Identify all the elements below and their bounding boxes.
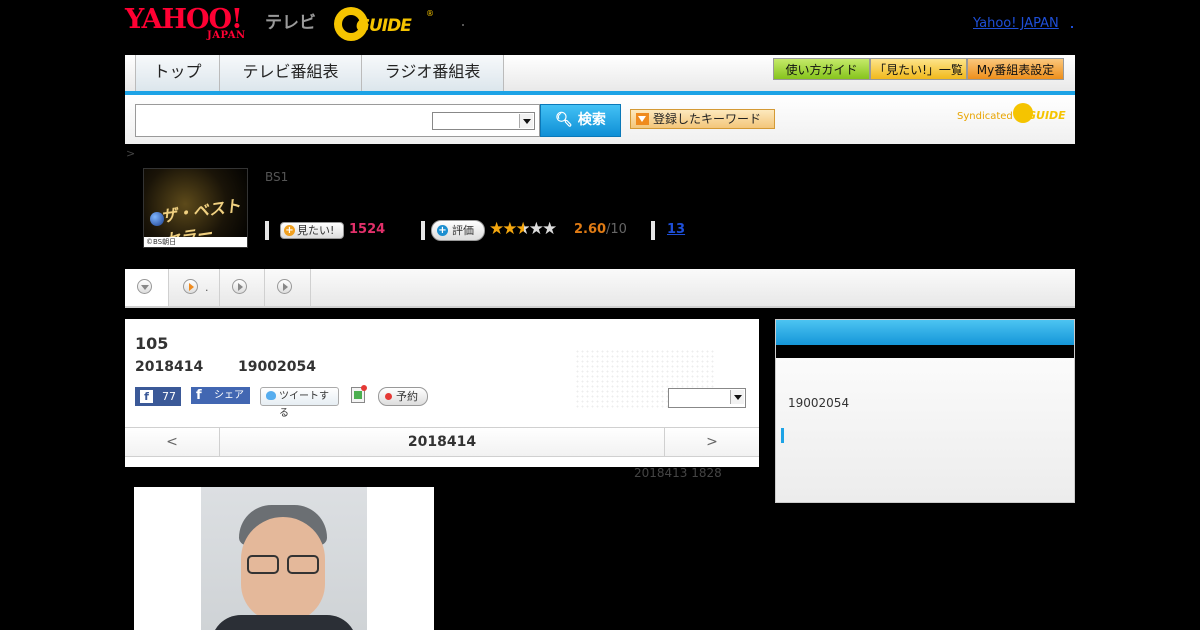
- want-to-watch-button[interactable]: + 見たい!: [280, 222, 344, 239]
- episode-panel: 105 2018414 19002054 f 77 f シェア ツイートする 予…: [125, 319, 759, 467]
- rating-max: /10: [606, 222, 627, 237]
- program-photo: [201, 487, 367, 630]
- search-button[interactable]: 🔍︎ 検索: [540, 104, 621, 137]
- rate-label: 評価: [452, 224, 474, 237]
- rating-value: 2.60: [574, 222, 607, 237]
- chevron-down-icon: [519, 114, 533, 128]
- plus-icon: +: [437, 225, 448, 236]
- pager-date: 2018414: [407, 434, 477, 450]
- gguide-logo-text: GUIDE: [356, 16, 412, 36]
- side-panel-band: [776, 345, 1074, 358]
- search-category-select[interactable]: [432, 112, 535, 130]
- yahoo-japan-logo[interactable]: YAHOO! JAPAN: [125, 4, 261, 42]
- program-photo-frame: [134, 487, 434, 630]
- play-icon: [232, 279, 247, 294]
- syndicated-logo-text: GUIDE: [1027, 109, 1066, 122]
- search-bar: 🔍︎ 検索 登録したキーワード Syndicated GUIDE: [125, 95, 1075, 144]
- facebook-icon: f: [140, 390, 153, 403]
- episode-title: 105: [135, 334, 169, 353]
- episode-date: 2018414: [135, 359, 204, 375]
- my-listings-settings-button[interactable]: My番組表設定: [967, 58, 1064, 80]
- photo-suit: [211, 615, 357, 630]
- record-dot-icon: [385, 393, 392, 400]
- want-to-watch-list-button[interactable]: 「見たい!」一覧: [870, 58, 967, 80]
- comments-count-link[interactable]: 13: [667, 222, 685, 237]
- star-empty-icon: ★: [542, 219, 557, 239]
- thumbnail-copyright: ©BS朝日: [144, 237, 247, 247]
- gguide-logo[interactable]: GUIDE ®: [334, 7, 434, 41]
- date-pager: < 2018414 >: [125, 427, 759, 457]
- subtab-4[interactable]: [265, 269, 311, 306]
- subtab-current[interactable]: [125, 269, 169, 306]
- add-calendar-icon[interactable]: [351, 385, 367, 403]
- channel-name: BS1: [265, 170, 289, 184]
- want-to-watch-count: 1524: [349, 222, 386, 237]
- tv-label: テレビ: [265, 13, 316, 33]
- rate-button[interactable]: + 評価: [431, 220, 485, 241]
- last-updated: 2018413 1828: [634, 466, 722, 480]
- main-nav: トップ テレビ番組表 ラジオ番組表 使い方ガイド 「見たい!」一覧 My番組表設…: [125, 55, 1075, 95]
- header-link-dot: [1071, 26, 1073, 28]
- side-panel-time: 19002054: [788, 396, 850, 410]
- star-half-icon: ★: [515, 219, 531, 239]
- stat-divider: [421, 221, 425, 240]
- tab-tv-listings[interactable]: テレビ番組表: [220, 55, 362, 91]
- yahoo-japan-link[interactable]: Yahoo! JAPAN: [973, 16, 1059, 31]
- facebook-share-label: シェア: [214, 390, 244, 401]
- subtab-2[interactable]: [169, 269, 220, 306]
- program-subnav: [125, 269, 1075, 308]
- tweet-label: ツイートする: [279, 391, 329, 419]
- tweet-button[interactable]: ツイートする: [260, 387, 339, 419]
- search-icon: 🔍︎: [555, 112, 573, 128]
- program-thumbnail: ザ・ベストセラー ©BS朝日: [143, 168, 248, 250]
- registered-mark: ®: [426, 9, 434, 18]
- subtab-2-suffix: .: [205, 281, 209, 294]
- usage-guide-button[interactable]: 使い方ガイド: [773, 58, 870, 80]
- facebook-share-button[interactable]: f シェア: [191, 387, 250, 404]
- chevron-down-icon: [730, 390, 744, 404]
- photo-glasses: [247, 555, 319, 574]
- facebook-icon: f: [196, 388, 202, 403]
- rating-stars: ★★★★★: [489, 219, 557, 239]
- tab-top[interactable]: トップ: [135, 55, 220, 91]
- reserve-label: 予約: [396, 390, 418, 403]
- twitter-bird-icon: [266, 391, 276, 400]
- episode-time: 19002054: [238, 359, 316, 375]
- registered-keywords-button[interactable]: 登録したキーワード: [630, 109, 775, 129]
- syndicated-label: Syndicated: [957, 111, 1013, 122]
- dropdown-arrow-icon: [636, 113, 649, 125]
- stat-divider: [651, 221, 655, 240]
- episode-select[interactable]: [668, 388, 746, 408]
- pager-next-button[interactable]: >: [664, 428, 759, 456]
- want-to-watch-label: 見たい!: [297, 224, 335, 237]
- facebook-like-button[interactable]: f 77: [135, 387, 181, 406]
- chevron-down-icon: [137, 279, 152, 294]
- subtab-3[interactable]: [220, 269, 265, 306]
- stat-divider: [265, 221, 269, 240]
- pager-prev-button[interactable]: <: [125, 428, 220, 456]
- play-icon: [277, 279, 292, 294]
- side-panel: 19002054: [775, 319, 1075, 503]
- star-empty-icon: ★: [528, 219, 544, 239]
- page: YAHOO! JAPAN テレビ GUIDE ® Yahoo! JAPAN トッ…: [0, 0, 1200, 630]
- facebook-like-count: 77: [162, 390, 176, 403]
- side-panel-marker: [781, 428, 784, 443]
- breadcrumb[interactable]: >: [126, 147, 135, 160]
- side-panel-header: [776, 320, 1074, 345]
- play-icon: [183, 279, 198, 294]
- reserve-button[interactable]: 予約: [378, 387, 428, 406]
- plus-icon: +: [284, 225, 295, 236]
- search-button-label: 検索: [577, 112, 606, 128]
- yahoo-logo-sub: JAPAN: [207, 30, 246, 41]
- globe-icon: [150, 212, 164, 226]
- registered-keywords-label: 登録したキーワード: [653, 112, 762, 126]
- star-icon: ★: [502, 219, 517, 239]
- star-icon: ★: [489, 219, 504, 239]
- header-divider-dot: [462, 24, 464, 26]
- tab-radio-listings[interactable]: ラジオ番組表: [362, 55, 504, 91]
